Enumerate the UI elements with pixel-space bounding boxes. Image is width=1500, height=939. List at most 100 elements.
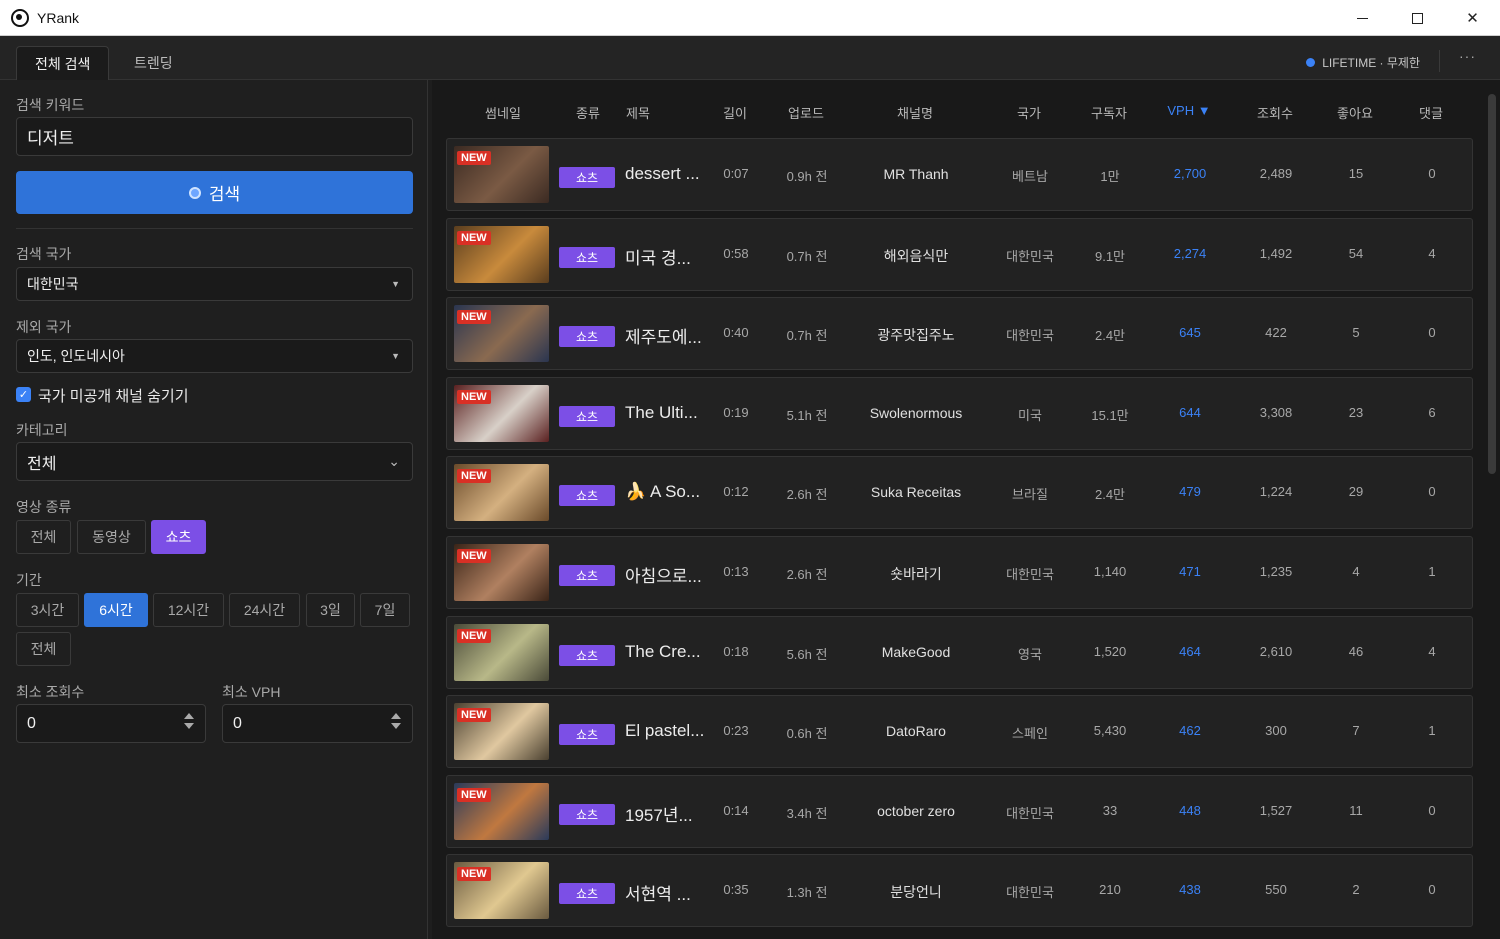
exclude-country-select[interactable]: 인도, 인도네시아 ▼	[16, 339, 413, 373]
table-row[interactable]: NEW 쇼츠 서현역 ... 0:35 1.3h 전 분당언니 대한민국 210 438 55…	[446, 854, 1473, 928]
cell-channel[interactable]: 광주맛집주노	[877, 325, 954, 345]
scrollbar[interactable]	[1488, 94, 1496, 474]
table-row[interactable]: NEW 쇼츠 제주도에... 0:40 0.7h 전 광주맛집주노 대한민국 2.4만 64…	[446, 297, 1473, 371]
min-vph-input[interactable]: 0	[222, 704, 413, 743]
video-thumbnail[interactable]: NEW	[454, 623, 549, 681]
period-label: 기간	[16, 572, 42, 588]
header-country[interactable]: 국가	[1017, 103, 1041, 122]
table-row[interactable]: NEW 쇼츠 1957년... 0:14 3.4h 전 october zero 대한민…	[446, 774, 1473, 848]
period-24h[interactable]: 24시간	[229, 593, 300, 627]
cell-channel[interactable]: MR Thanh	[883, 166, 948, 182]
table-row[interactable]: NEW 쇼츠 El pastel... 0:23 0.6h 전 DatoRaro 스페인…	[446, 695, 1473, 769]
video-thumbnail[interactable]: NEW	[454, 225, 549, 283]
close-button[interactable]: ✕	[1445, 0, 1500, 36]
video-title[interactable]: El pastel...	[625, 721, 704, 741]
cell-vph: 438	[1179, 882, 1201, 898]
table-row[interactable]: NEW 쇼츠 The Ulti... 0:19 5.1h 전 Swolenormous…	[446, 376, 1473, 450]
video-title[interactable]: The Cre...	[625, 642, 701, 662]
new-badge: NEW	[457, 389, 491, 404]
table-row[interactable]: NEW 쇼츠 아침으로... 0:13 2.6h 전 숏바라기 대한민국 1,140 471…	[446, 536, 1473, 609]
cell-channel[interactable]: Swolenormous	[870, 405, 963, 421]
search-sidebar: 검색 키워드 디저트 검색 검색 국가 대한민국 ▼ 제외 국가 인도, 인도네…	[0, 80, 428, 939]
header-title[interactable]: 제목	[626, 103, 650, 122]
video-title[interactable]: 제주도에...	[625, 323, 702, 348]
cell-channel[interactable]: 숏바라기	[890, 564, 942, 584]
video-type-video[interactable]: 동영상	[77, 520, 146, 554]
video-thumbnail[interactable]: NEW	[454, 146, 549, 203]
header-likes[interactable]: 좋아요	[1337, 103, 1373, 122]
more-options-button[interactable]: ···	[1459, 48, 1476, 64]
tab-full-search[interactable]: 전체 검색	[16, 46, 110, 80]
video-thumbnail[interactable]: NEW	[454, 305, 549, 363]
period-7d[interactable]: 7일	[360, 593, 410, 627]
period-all[interactable]: 전체	[16, 632, 71, 666]
video-title[interactable]: 서현역 ...	[625, 880, 691, 905]
period-3d[interactable]: 3일	[306, 593, 355, 627]
video-thumbnail[interactable]: NEW	[454, 544, 549, 601]
header-type[interactable]: 종류	[576, 103, 600, 122]
cell-length: 0:12	[723, 484, 749, 500]
header-length[interactable]: 길이	[723, 103, 747, 122]
period-12h[interactable]: 12시간	[153, 593, 224, 627]
cell-length: 0:58	[723, 245, 749, 261]
number-stepper[interactable]	[183, 713, 195, 735]
table-row[interactable]: NEW 쇼츠 dessert ... 0:07 0.9h 전 MR Thanh 베트남 1…	[446, 138, 1473, 211]
search-button[interactable]: 검색	[16, 171, 413, 214]
video-thumbnail[interactable]: NEW	[454, 464, 549, 522]
table-row[interactable]: NEW 쇼츠 미국 경... 0:58 0.7h 전 해외음식만 대한민국 9.1만 2,2…	[446, 217, 1473, 291]
cell-vph: 644	[1179, 404, 1201, 420]
cell-upload: 2.6h 전	[786, 567, 828, 582]
min-views-input[interactable]: 0	[16, 704, 206, 743]
video-type-shorts[interactable]: 쇼츠	[151, 520, 206, 554]
table-row[interactable]: NEW 쇼츠 The Cre... 0:18 5.6h 전 MakeGood 영국 1,5…	[446, 615, 1473, 689]
cell-likes: 2	[1352, 882, 1360, 898]
table-row[interactable]: NEW 쇼츠 🍌 A So... 0:12 2.6h 전 Suka Receitas 브…	[446, 456, 1473, 530]
category-select[interactable]: 전체 ⌄	[16, 442, 413, 481]
cell-channel[interactable]: DatoRaro	[886, 723, 946, 739]
header-subscribers[interactable]: 구독자	[1091, 103, 1127, 122]
cell-country: 베트남	[1012, 169, 1048, 184]
cell-subs: 1,520	[1093, 643, 1127, 659]
country-select[interactable]: 대한민국 ▼	[16, 267, 413, 301]
video-title[interactable]: dessert ...	[625, 164, 700, 184]
cell-channel[interactable]: Suka Receitas	[871, 484, 961, 500]
license-status: LIFETIME · 무제한	[1306, 54, 1420, 71]
header-channel[interactable]: 채널명	[897, 103, 933, 122]
video-thumbnail[interactable]: NEW	[454, 703, 549, 761]
header-thumbnail[interactable]: 썸네일	[485, 103, 521, 122]
hide-private-label: 국가 미공개 채널 숨기기	[38, 388, 189, 405]
cell-upload: 3.4h 전	[786, 805, 828, 821]
maximize-button[interactable]	[1390, 0, 1445, 36]
cell-channel[interactable]: 해외음식만	[884, 246, 948, 266]
period-6h[interactable]: 6시간	[84, 593, 148, 627]
cell-views: 300	[1265, 723, 1287, 739]
video-thumbnail[interactable]: NEW	[454, 862, 549, 920]
keyword-input[interactable]: 디저트	[16, 117, 413, 156]
header-upload[interactable]: 업로드	[788, 103, 824, 122]
video-type-all[interactable]: 전체	[16, 520, 71, 554]
number-stepper[interactable]	[390, 713, 402, 735]
cell-comments: 0	[1428, 166, 1436, 181]
video-title[interactable]: 1957년...	[625, 801, 693, 826]
video-thumbnail[interactable]: NEW	[454, 384, 549, 442]
type-badge: 쇼츠	[559, 167, 615, 188]
minimize-button[interactable]	[1335, 0, 1390, 36]
cell-channel[interactable]: 분당언니	[890, 882, 942, 902]
header-comments[interactable]: 댓글	[1419, 103, 1443, 122]
tab-trending[interactable]: 트렌딩	[116, 46, 191, 80]
header-vph-sorted[interactable]: VPH ▼	[1167, 103, 1210, 118]
hide-private-checkbox[interactable]: ✓	[16, 387, 31, 402]
cell-length: 0:35	[723, 882, 749, 898]
cell-channel[interactable]: october zero	[877, 803, 955, 819]
video-thumbnail[interactable]: NEW	[454, 782, 549, 840]
cell-vph: 2,274	[1173, 245, 1207, 261]
cell-vph: 645	[1179, 325, 1201, 341]
video-title[interactable]: 미국 경...	[625, 244, 691, 269]
dropdown-caret-icon: ▼	[391, 351, 400, 361]
period-3h[interactable]: 3시간	[16, 593, 79, 627]
video-title[interactable]: 아침으로...	[625, 562, 702, 587]
header-views[interactable]: 조회수	[1257, 103, 1293, 122]
video-title[interactable]: 🍌 A So...	[625, 482, 700, 502]
cell-channel[interactable]: MakeGood	[882, 644, 950, 660]
video-title[interactable]: The Ulti...	[625, 403, 698, 423]
